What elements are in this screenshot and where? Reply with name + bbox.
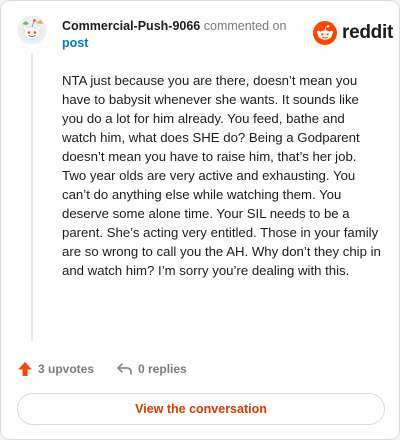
upvote-button[interactable]: 3 upvotes	[17, 361, 94, 377]
comment-card: Commercial-Push-9066 commented on post r…	[0, 0, 400, 440]
view-conversation-button[interactable]: View the conversation	[17, 393, 385, 425]
thread-line	[31, 53, 33, 341]
username-link[interactable]: Commercial-Push-9066	[62, 19, 200, 33]
snoo-avatar-icon	[17, 15, 47, 45]
post-link[interactable]: post	[62, 36, 88, 50]
reply-count: 0 replies	[138, 362, 187, 376]
reddit-logo[interactable]: reddit	[313, 21, 393, 45]
comment-header: Commercial-Push-9066 commented on post	[62, 18, 302, 52]
reply-icon	[117, 363, 132, 375]
reddit-wordmark: reddit	[342, 22, 393, 43]
comment-body: NTA just because you are there, doesn’t …	[62, 73, 381, 278]
replies-button[interactable]: 0 replies	[116, 362, 187, 376]
action-text: commented on	[203, 19, 287, 33]
upvote-count: 3 upvotes	[38, 362, 95, 376]
avatar[interactable]	[17, 15, 47, 45]
reddit-logo-icon	[313, 21, 337, 45]
comment-actions: 3 upvotes 0 replies	[17, 359, 187, 379]
upvote-icon	[18, 362, 32, 376]
